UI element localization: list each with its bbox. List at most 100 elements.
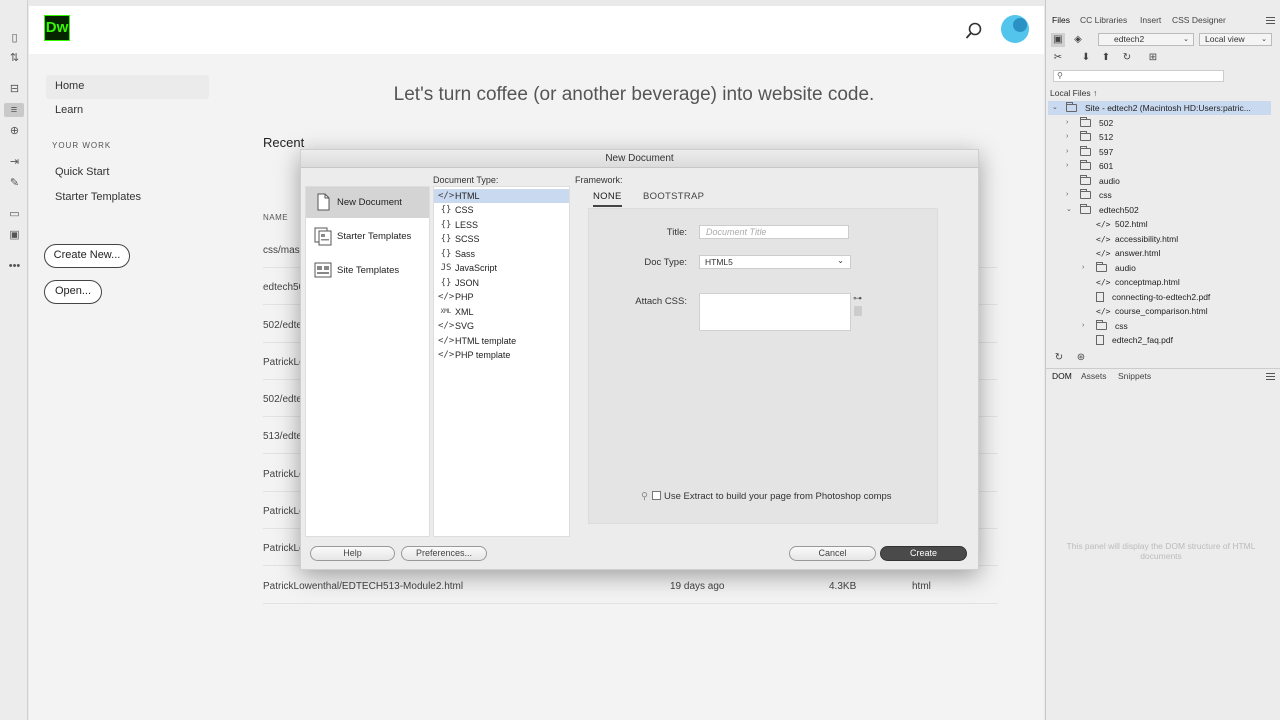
doctype-xml[interactable]: XML XML	[434, 305, 569, 319]
file-tree-folder[interactable]: › css	[1048, 188, 1271, 202]
doctype-html-template[interactable]: </> HTML template	[434, 334, 569, 348]
panel-menu-icon[interactable]	[1266, 373, 1275, 380]
nav-quick-start[interactable]: Quick Start	[55, 166, 109, 178]
doctype-less[interactable]: {} LESS	[434, 218, 569, 232]
tab-cc-libraries[interactable]: CC Libraries	[1080, 15, 1127, 25]
new-file-icon[interactable]: ▯	[7, 31, 22, 45]
view-select[interactable]: Local view ⌄	[1199, 33, 1272, 46]
connect-icon[interactable]: ✂	[1051, 51, 1065, 65]
file-search-input[interactable]: ⚲	[1053, 70, 1224, 82]
file-tree-folder[interactable]: › audio	[1048, 261, 1271, 275]
file-tree-folder[interactable]: › 597	[1048, 145, 1271, 159]
document-title-field[interactable]: Document Title	[699, 225, 849, 239]
chevron-right-icon[interactable]: ›	[1082, 319, 1090, 333]
expand-icon[interactable]: ⊞	[1146, 51, 1160, 65]
layout-icon[interactable]: ≡	[4, 103, 24, 117]
brush-icon[interactable]: ✎	[7, 176, 22, 190]
put-files-icon[interactable]: ⬆	[1099, 51, 1113, 65]
panel-menu-icon[interactable]	[1266, 17, 1275, 24]
extract-option[interactable]: ⚲ Use Extract to build your page from Pho…	[641, 491, 892, 502]
file-tree-file[interactable]: </> course_comparison.html	[1048, 304, 1271, 318]
chevron-right-icon[interactable]: ›	[1066, 188, 1074, 202]
file-tree-file[interactable]: </> 502.html	[1048, 217, 1271, 231]
doctype-css[interactable]: {} CSS	[434, 203, 569, 217]
chat-icon[interactable]: ▭	[7, 207, 22, 221]
local-files-header[interactable]: Local Files ↑	[1050, 88, 1097, 98]
file-tree-label: conceptmap.html	[1115, 277, 1180, 287]
file-tree-folder[interactable]: › 601	[1048, 159, 1271, 173]
tab-snippets[interactable]: Snippets	[1118, 371, 1151, 381]
framework-tab-none[interactable]: NONE	[593, 191, 622, 207]
tab-assets[interactable]: Assets	[1081, 371, 1107, 381]
file-tree-file[interactable]: </> accessibility.html	[1048, 232, 1271, 246]
site-view-icon[interactable]: ▣	[1051, 33, 1065, 47]
chevron-right-icon[interactable]: ›	[1066, 130, 1074, 144]
file-tree-file[interactable]: </> conceptmap.html	[1048, 275, 1271, 289]
extract-checkbox[interactable]	[651, 491, 661, 500]
create-button[interactable]: Create	[880, 546, 967, 561]
attach-css-list[interactable]	[699, 293, 851, 331]
doctype-svg[interactable]: </> SVG	[434, 319, 569, 333]
cursor-icon[interactable]: ⇥	[7, 155, 22, 169]
tab-css-designer[interactable]: CSS Designer	[1172, 15, 1226, 25]
more-icon[interactable]: •••	[7, 259, 22, 273]
refresh-icon[interactable]: ↻	[1120, 51, 1134, 65]
doctype-html[interactable]: </> HTML	[434, 189, 569, 203]
doctype-select[interactable]: HTML5 ⌄	[699, 255, 851, 269]
tab-dom[interactable]: DOM	[1052, 371, 1072, 381]
chevron-right-icon[interactable]: ›	[1066, 116, 1074, 130]
doctype-php-template[interactable]: </> PHP template	[434, 348, 569, 362]
git-icon[interactable]: ◈	[1071, 33, 1085, 47]
file-tree-file[interactable]: connecting-to-edtech2.pdf	[1048, 290, 1271, 304]
file-tree-label: 502	[1099, 117, 1114, 128]
file-tree-label: edtech2_faq.pdf	[1112, 335, 1173, 345]
sync-icon[interactable]: ⊛	[1074, 351, 1088, 365]
panel-icon[interactable]: ▣	[7, 228, 22, 242]
file-tree-file[interactable]: </> answer.html	[1048, 246, 1271, 260]
tab-insert[interactable]: Insert	[1140, 15, 1161, 25]
doctype-javascript[interactable]: JS JavaScript	[434, 261, 569, 275]
chevron-right-icon[interactable]: ›	[1082, 261, 1090, 275]
category-starter-templates[interactable]: Starter Templates	[306, 221, 429, 252]
site-select[interactable]: edtech2 ⌄	[1098, 33, 1194, 46]
file-tree-folder[interactable]: audio	[1048, 174, 1271, 188]
cancel-button[interactable]: Cancel	[789, 546, 876, 561]
table-row[interactable]: PatrickLowenthal/EDTECH513-Module2.html …	[263, 567, 998, 604]
file-tree-folder[interactable]: › 512	[1048, 130, 1271, 144]
preferences-button[interactable]: Preferences...	[401, 546, 487, 561]
get-files-icon[interactable]: ⬇	[1079, 51, 1093, 65]
target-icon[interactable]: ⊕	[7, 124, 22, 138]
doctype-scss[interactable]: {} SCSS	[434, 232, 569, 246]
doctype-sass[interactable]: {} Sass	[434, 247, 569, 261]
framework-tab-bootstrap[interactable]: BOOTSTRAP	[643, 191, 704, 202]
tab-files[interactable]: Files	[1052, 15, 1070, 25]
file-tree-site[interactable]: ⌄ Site - edtech2 (Macintosh HD:Users:patr…	[1048, 101, 1271, 115]
doctype-label-text: XML	[455, 307, 474, 317]
chevron-down-icon[interactable]: ⌄	[1066, 203, 1074, 217]
link-icon[interactable]: ⊶	[853, 293, 862, 304]
file-tree-file[interactable]: edtech2_faq.pdf	[1048, 333, 1271, 347]
file-tree-folder[interactable]: › css	[1048, 319, 1271, 333]
chevron-right-icon[interactable]: ›	[1066, 145, 1074, 159]
arrows-icon[interactable]: ⇅	[7, 51, 22, 65]
doctype-json[interactable]: {} JSON	[434, 276, 569, 290]
search-icon[interactable]	[965, 22, 983, 40]
nav-home[interactable]: Home	[46, 75, 209, 99]
folder-icon	[1096, 319, 1107, 330]
help-button[interactable]: Help	[310, 546, 395, 561]
chevron-down-icon[interactable]: ⌄	[1052, 101, 1060, 115]
nav-starter-templates[interactable]: Starter Templates	[55, 191, 141, 203]
inspect-icon[interactable]: ⊟	[7, 82, 22, 96]
category-new-document[interactable]: New Document	[306, 187, 429, 218]
refresh-icon[interactable]: ↻	[1052, 351, 1066, 365]
doctype-php[interactable]: </> PHP	[434, 290, 569, 304]
chevron-right-icon[interactable]: ›	[1066, 159, 1074, 173]
avatar[interactable]	[1001, 15, 1029, 43]
trash-icon[interactable]	[854, 306, 862, 316]
file-tree-folder[interactable]: › 502	[1048, 116, 1271, 130]
open-button[interactable]: Open...	[44, 280, 102, 304]
nav-learn[interactable]: Learn	[55, 104, 83, 116]
category-site-templates[interactable]: Site Templates	[306, 255, 429, 286]
file-tree-folder[interactable]: ⌄ edtech502	[1048, 203, 1271, 217]
create-new-button[interactable]: Create New...	[44, 244, 130, 268]
